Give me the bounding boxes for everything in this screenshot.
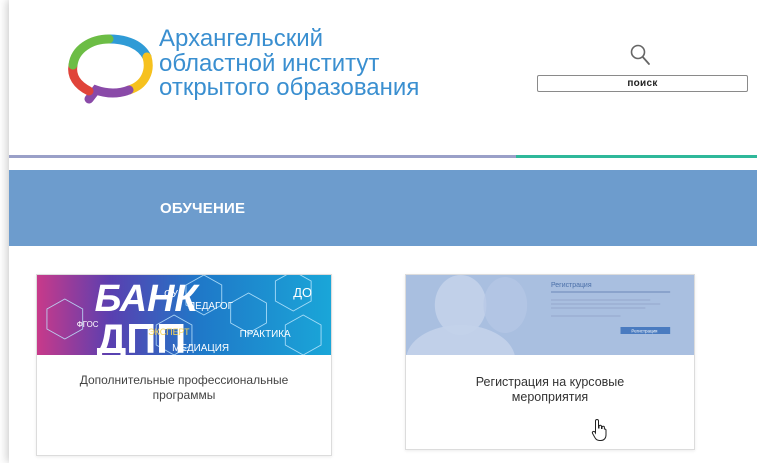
registration-screenshot-image[interactable]: Регистрация Регистрация xyxy=(406,275,694,355)
card-dpp-caption[interactable]: Дополнительные профессиональные программ… xyxy=(37,373,331,403)
section-title[interactable]: ОБУЧЕНИЕ xyxy=(160,200,245,217)
card-registration-caption[interactable]: Регистрация на курсовые мероприятия xyxy=(406,375,694,405)
card-registration-caption-line-2: мероприятия xyxy=(511,390,589,404)
logo-icon[interactable] xyxy=(65,33,155,105)
search-button[interactable]: поиск xyxy=(537,75,748,92)
banner-word-pedagog: ПЕДАГОГ xyxy=(188,301,234,312)
banner-word-practice: ПРАКТИКА xyxy=(240,329,291,340)
banner-word-mediation: МЕДИАЦИЯ xyxy=(172,343,229,354)
organization-name[interactable]: Архангельский областной институт открыто… xyxy=(159,25,420,101)
card-registration-caption-line-1: Регистрация на курсовые xyxy=(475,375,625,389)
section-banner: ОБУЧЕНИЕ xyxy=(9,170,757,246)
search-icon[interactable] xyxy=(629,43,651,67)
banner-word-do: ДО xyxy=(293,285,312,300)
card-dpp-caption-line-1: Дополнительные профессиональные xyxy=(79,373,289,387)
header-divider-left xyxy=(9,155,516,158)
banner-word-bank: БАНК xyxy=(95,278,201,320)
registration-screen-title: Регистрация xyxy=(551,282,592,289)
site-header: Архангельский областной институт открыто… xyxy=(9,0,757,155)
banner-word-expert: ЭКСПЕРТ xyxy=(148,327,190,337)
org-name-line-3: открытого образования xyxy=(159,74,420,101)
card-dpp-caption-line-2: программы xyxy=(152,388,216,402)
card-dpp-programs[interactable]: БАНК ДПП ПЕДАГОГ МЕДИАЦИЯ ПРАКТИКА ЭКСПЕ… xyxy=(36,274,332,456)
page-frame: Архангельский областной институт открыто… xyxy=(9,0,757,463)
banner-word-fgos: ФГОС xyxy=(77,320,99,329)
hand-pointer-icon xyxy=(591,418,607,441)
org-name-line-1: Архангельский xyxy=(159,25,324,52)
banner-word-ou: ОУ xyxy=(164,289,178,300)
org-name-line-2: областной институт xyxy=(159,49,380,77)
header-divider-right xyxy=(516,155,757,158)
card-course-registration[interactable]: Регистрация Регистрация Регистрация на к… xyxy=(405,274,695,450)
registration-screen-button: Регистрация xyxy=(631,328,658,333)
dpp-bank-banner-image[interactable]: БАНК ДПП ПЕДАГОГ МЕДИАЦИЯ ПРАКТИКА ЭКСПЕ… xyxy=(37,275,331,355)
